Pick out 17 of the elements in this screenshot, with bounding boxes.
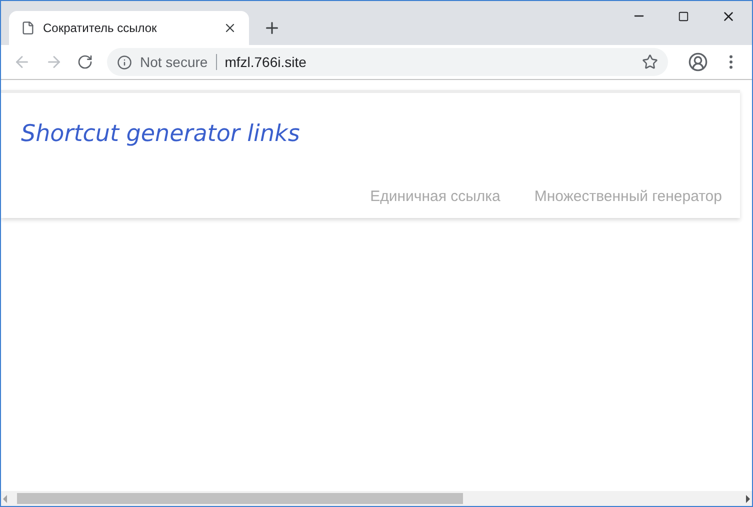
- site-logo[interactable]: Shortcut generator links: [21, 117, 300, 152]
- bookmark-star-icon[interactable]: [642, 54, 658, 70]
- url-text: mfzl.766i.site: [224, 52, 308, 72]
- scroll-right-icon[interactable]: [746, 494, 750, 502]
- maximize-icon[interactable]: [678, 11, 689, 22]
- browser-tab[interactable]: Сократитель ссылок: [9, 11, 249, 45]
- scrollbar-thumb[interactable]: [17, 493, 463, 504]
- security-label: Not secure: [140, 52, 208, 72]
- new-tab-icon[interactable]: [263, 19, 281, 37]
- profile-icon[interactable]: [688, 52, 708, 72]
- close-window-icon[interactable]: [721, 9, 736, 24]
- page-icon: [21, 21, 35, 35]
- tab-title: Сократитель ссылок: [43, 20, 158, 37]
- info-icon[interactable]: [117, 54, 132, 70]
- close-tab-icon[interactable]: [223, 21, 237, 35]
- address-bar[interactable]: Not secure mfzl.766i.site: [107, 48, 668, 76]
- reload-icon[interactable]: [77, 54, 93, 70]
